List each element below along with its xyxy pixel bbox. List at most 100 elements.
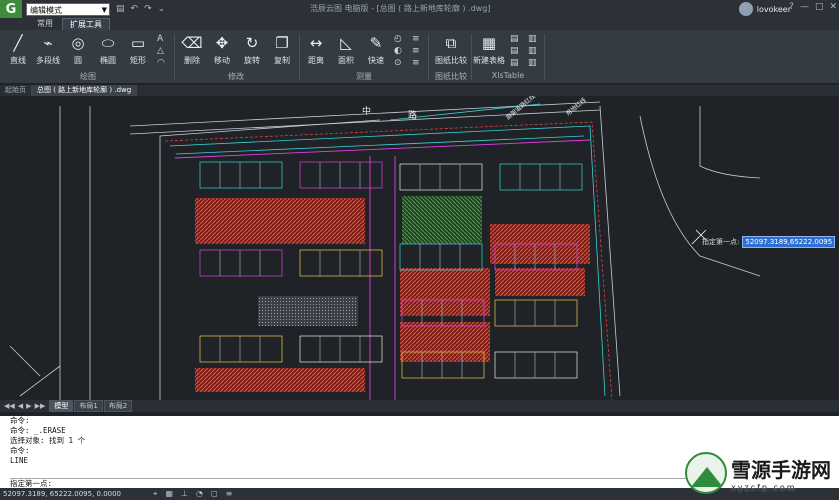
ribbon-tabs: 常用 扩展工具 <box>0 18 839 30</box>
erase-tool-label: 删除 <box>184 56 200 65</box>
area-tool-label: 面积 <box>338 56 354 65</box>
copy-tool-button[interactable]: ❐ 复制 <box>266 33 298 66</box>
avatar[interactable] <box>738 2 753 16</box>
minimize-icon[interactable]: — <box>800 2 809 12</box>
help-icon[interactable]: ? <box>789 2 794 12</box>
username[interactable]: lovokeer <box>757 5 791 14</box>
side-label: 用地红线 <box>564 96 588 118</box>
watermark-name: 雪源手游网 <box>731 458 831 482</box>
building-footprint <box>499 163 583 191</box>
quick-measure-icon: ✎ <box>369 34 383 52</box>
polyline-tool-button[interactable]: ⌁ 多段线 <box>32 33 64 66</box>
undo-icon[interactable]: ↶ <box>131 4 139 14</box>
command-history-line: 命令: <box>10 416 30 425</box>
compare-label: 图纸比较 <box>435 56 467 65</box>
measure-point-icon[interactable]: ⊙ <box>394 58 402 68</box>
cursor-coordinates: 52097.3189, 65222.0095, 0.0000 <box>3 490 122 498</box>
building-footprint <box>494 351 578 379</box>
measure-list-icon[interactable]: ≡ <box>412 34 420 44</box>
group-separator <box>428 34 429 80</box>
tab-extended-tools[interactable]: 扩展工具 <box>62 18 110 30</box>
coordinate-input[interactable]: 52097.3189,65222.0095 <box>742 236 836 248</box>
compare-drawings-button[interactable]: ⧉ 图纸比较 <box>432 33 470 66</box>
polar-icon[interactable]: ◔ <box>196 489 203 499</box>
group-separator <box>174 34 175 80</box>
eraser-icon: ⌫ <box>181 34 203 52</box>
grid-icon[interactable]: ▦ <box>166 489 174 499</box>
tab-drawing[interactable]: 总图 ( 路上新地库轮廓 ) .dwg <box>32 85 138 96</box>
table-edit-icon[interactable]: ▤ <box>510 34 519 44</box>
area-tool-button[interactable]: ◺ 面积 <box>330 33 362 66</box>
lineweight-icon[interactable]: ≡ <box>226 489 233 499</box>
circle-icon: ◎ <box>71 34 85 52</box>
quick-measure-button[interactable]: ✎ 快速 <box>360 33 392 66</box>
ortho-icon[interactable]: ⊥ <box>181 489 188 499</box>
cad-drawing[interactable]: 中 路 高架道路红线 用地红线 <box>0 96 839 400</box>
window-title: 浩辰云图 电脑版 - [总图 ( 路上新地库轮廓 ) .dwg] <box>310 4 491 13</box>
maximize-icon[interactable]: □ <box>815 2 824 12</box>
line-icon: ╱ <box>13 34 23 52</box>
distance-tool-button[interactable]: ↔ 距离 <box>300 33 332 66</box>
table-edit-icon[interactable]: ▤ <box>510 46 519 56</box>
prev-tab-icon[interactable]: ◀ <box>18 402 23 410</box>
table-export-icon[interactable]: ▥ <box>528 34 537 44</box>
compare-icon: ⧉ <box>445 34 457 52</box>
rotate-tool-button[interactable]: ↻ 旋转 <box>236 33 268 66</box>
drawing-canvas[interactable]: 中 路 高架道路红线 用地红线 指定第一点: 52097.3189,65222.… <box>0 96 839 400</box>
watermark-url: xyzcfp.com <box>731 483 797 492</box>
circle-tool-button[interactable]: ◎ 圆 <box>62 33 94 66</box>
customize-icon[interactable]: ⌄ <box>158 4 166 14</box>
measure-list-icon[interactable]: ≡ <box>412 58 420 68</box>
tab-layout1[interactable]: 布局1 <box>74 400 103 412</box>
measure-angle-icon[interactable]: ◴ <box>394 34 402 44</box>
group-label-draw: 绘图 <box>80 72 96 81</box>
move-tool-button[interactable]: ✥ 移动 <box>206 33 238 66</box>
table-export-icon[interactable]: ▥ <box>528 58 537 68</box>
arc-icon[interactable]: ◠ <box>157 58 165 68</box>
triangle-icon[interactable]: △ <box>157 46 165 56</box>
layout-tabs: ◀◀ ◀ ▶ ▶▶ 模型 布局1 布局2 <box>0 400 839 412</box>
building-footprint <box>199 249 283 277</box>
last-tab-icon[interactable]: ▶▶ <box>35 402 46 410</box>
measure-list-icon[interactable]: ≡ <box>412 46 420 56</box>
open-icon[interactable]: ▤ <box>116 4 125 14</box>
tab-common[interactable]: 常用 <box>30 18 60 30</box>
command-input[interactable]: 指定第一点: <box>10 478 710 488</box>
rotate-icon: ↻ <box>245 34 259 52</box>
move-tool-label: 移动 <box>214 56 230 65</box>
redo-icon[interactable]: ↷ <box>144 4 152 14</box>
copy-tool-label: 复制 <box>274 56 290 65</box>
table-edit-icon[interactable]: ▤ <box>510 58 519 68</box>
prompt-label: 指定第一点: <box>702 238 740 246</box>
building-footprint <box>199 161 283 189</box>
polyline-tool-label: 多段线 <box>36 56 60 65</box>
tab-layout2[interactable]: 布局2 <box>103 400 133 412</box>
mode-select[interactable]: 编辑模式 ▼ <box>26 2 110 16</box>
ellipse-tool-button[interactable]: ⬭ 椭圆 <box>92 33 124 66</box>
close-icon[interactable]: ✕ <box>829 2 837 12</box>
line-tool-button[interactable]: ╱ 直线 <box>2 33 34 66</box>
new-table-label: 新建表格 <box>473 56 505 65</box>
document-tabs: 起始页 总图 ( 路上新地库轮廓 ) .dwg <box>0 85 839 96</box>
move-icon: ✥ <box>215 34 229 52</box>
erase-tool-button[interactable]: ⌫ 删除 <box>176 33 208 66</box>
title-bar: G 编辑模式 ▼ ▤ ↶ ↷ ⌄ 浩辰云图 电脑版 - [总图 ( 路上新地库轮… <box>0 0 839 18</box>
group-label-modify: 修改 <box>228 72 244 81</box>
table-export-icon[interactable]: ▥ <box>528 46 537 56</box>
text-icon[interactable]: A <box>157 34 165 44</box>
tab-model[interactable]: 模型 <box>49 400 74 412</box>
next-tab-icon[interactable]: ▶ <box>26 402 31 410</box>
new-table-button[interactable]: ▦ 新建表格 <box>472 33 506 66</box>
osnap-icon[interactable]: ◻ <box>211 489 218 499</box>
ellipse-icon: ⬭ <box>101 34 115 52</box>
app-logo[interactable]: G <box>0 0 22 18</box>
rect-tool-label: 矩形 <box>130 56 146 65</box>
building-footprint <box>399 163 483 191</box>
measure-radius-icon[interactable]: ◐ <box>394 46 402 56</box>
snap-icon[interactable]: ⌖ <box>153 489 158 499</box>
first-tab-icon[interactable]: ◀◀ <box>4 402 15 410</box>
tab-start-page[interactable]: 起始页 <box>0 85 32 96</box>
distance-tool-label: 距离 <box>308 56 324 65</box>
area-icon: ◺ <box>340 34 352 52</box>
rect-tool-button[interactable]: ▭ 矩形 <box>122 33 154 66</box>
